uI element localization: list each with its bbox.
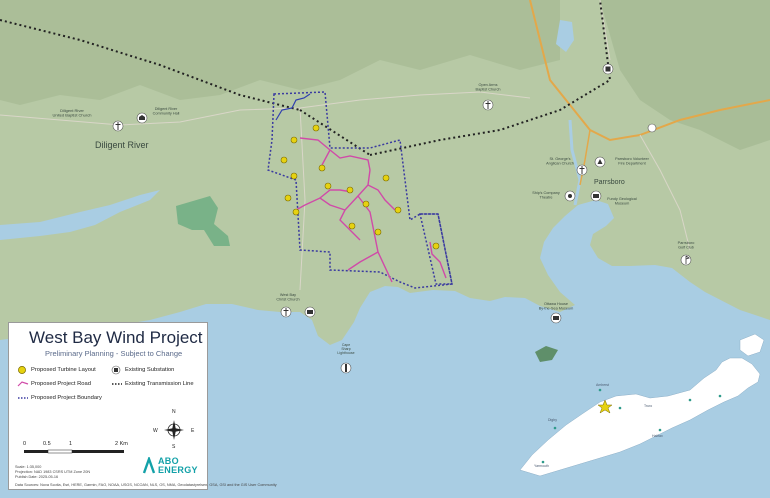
scale-tick-0: 0 bbox=[23, 441, 27, 447]
turbine-marker bbox=[432, 242, 440, 250]
place-label-golf: Parrsboro Golf Club bbox=[678, 241, 695, 249]
legend-transmission: Existing Transmission Line bbox=[125, 381, 194, 387]
meta-scale: Scale: 1:35,000 bbox=[15, 465, 42, 469]
substation-legend-icon bbox=[111, 365, 121, 375]
brand-line2: ENERGY bbox=[158, 465, 198, 475]
legend-turbine: Proposed Turbine Layout bbox=[31, 367, 96, 373]
scale-tick-3: 2 Km bbox=[115, 441, 128, 447]
inset-label-amherst: Amherst bbox=[596, 383, 610, 387]
label-line: Fire Department bbox=[618, 161, 646, 165]
turbine-marker bbox=[324, 182, 332, 190]
inset-label-digby: Digby bbox=[548, 418, 557, 422]
legend-road: Proposed Project Road bbox=[31, 381, 91, 387]
road-legend-icon bbox=[17, 381, 29, 387]
turbine-marker bbox=[348, 222, 356, 230]
compass-rose-icon bbox=[164, 420, 184, 440]
place-label-cape: Cape Sharp Lighthouse bbox=[337, 343, 354, 355]
compass-s: S bbox=[172, 444, 176, 450]
turbine-marker bbox=[346, 186, 354, 194]
place-label-diligent-river: Diligent River bbox=[95, 140, 149, 150]
scale-tick-2: 1 bbox=[69, 441, 73, 447]
inset-label-truro: Truro bbox=[644, 404, 653, 408]
label-line: Christ Church bbox=[276, 297, 299, 301]
compass-w: W bbox=[153, 428, 158, 434]
turbine-marker bbox=[362, 200, 370, 208]
turbine-legend-icon bbox=[18, 366, 26, 374]
turbine-marker bbox=[318, 164, 326, 172]
label-line: Baptist Church bbox=[476, 87, 501, 91]
place-label-fire-dept: Parrsboro Volunteer Fire Department bbox=[615, 157, 650, 165]
turbine-marker bbox=[280, 156, 288, 164]
island bbox=[535, 346, 558, 362]
label-line: Theatre bbox=[539, 195, 552, 199]
turbine-marker bbox=[290, 136, 298, 144]
place-label-open-arms: Open Arms Baptist Church bbox=[476, 83, 501, 91]
meta-sources: Data Sources: Nova Scotia, Esri, HERE, G… bbox=[15, 483, 277, 487]
project-subtitle: Preliminary Planning - Subject to Change bbox=[45, 349, 183, 358]
nova-scotia-inset bbox=[519, 333, 765, 477]
turbine-marker bbox=[290, 172, 298, 180]
label-line: By-the-Sea Museum bbox=[539, 306, 574, 310]
turbine-marker bbox=[382, 174, 390, 182]
turbine-marker bbox=[292, 208, 300, 216]
place-label-parrsboro: Parrsboro bbox=[594, 179, 625, 186]
turbine-marker bbox=[394, 206, 402, 214]
nova-scotia-shape bbox=[519, 357, 761, 477]
meta-projection: Projection: NAD 1983 CSRS UTM Zone 20N bbox=[15, 470, 91, 474]
scale-tick-1: 0.5 bbox=[43, 441, 51, 447]
turbine-marker bbox=[284, 194, 292, 202]
project-title: West Bay Wind Project bbox=[29, 328, 203, 347]
place-label-st-georges: St. George's Anglican Church bbox=[546, 157, 574, 165]
cape-breton-shape bbox=[739, 333, 765, 357]
abo-energy-logo: ABO ENERGY bbox=[141, 455, 203, 477]
boundary-legend-icon bbox=[18, 397, 28, 399]
marker-icon bbox=[647, 123, 657, 133]
label-line: Lighthouse bbox=[337, 351, 354, 355]
label-line: United Baptist Church bbox=[53, 113, 92, 118]
legend-boundary: Proposed Project Boundary bbox=[31, 395, 102, 401]
inset-label-yarmouth: Yarmouth bbox=[534, 464, 549, 468]
compass-e: E bbox=[191, 428, 195, 434]
label-line: Golf Club bbox=[678, 245, 694, 249]
transmission-legend-icon bbox=[112, 383, 122, 385]
turbine-marker bbox=[374, 228, 382, 236]
scale-bar: 0 0.5 1 2 Km bbox=[23, 441, 133, 459]
label-line: Community Hall bbox=[153, 111, 180, 115]
legend-panel: West Bay Wind Project Preliminary Planni… bbox=[8, 322, 277, 490]
meta-publish-date: Publish Date: 2025-05-16 bbox=[15, 475, 59, 479]
label-line: Anglican Church bbox=[546, 161, 574, 165]
turbine-marker bbox=[312, 124, 320, 132]
label-line: Museum bbox=[615, 201, 630, 205]
inset-label-halifax: Halifax bbox=[652, 434, 663, 438]
compass-n: N bbox=[172, 409, 176, 415]
place-label-diligent-hall: Diligent River Community Hall bbox=[153, 107, 180, 115]
legend-substation: Existing Substation bbox=[125, 367, 175, 373]
